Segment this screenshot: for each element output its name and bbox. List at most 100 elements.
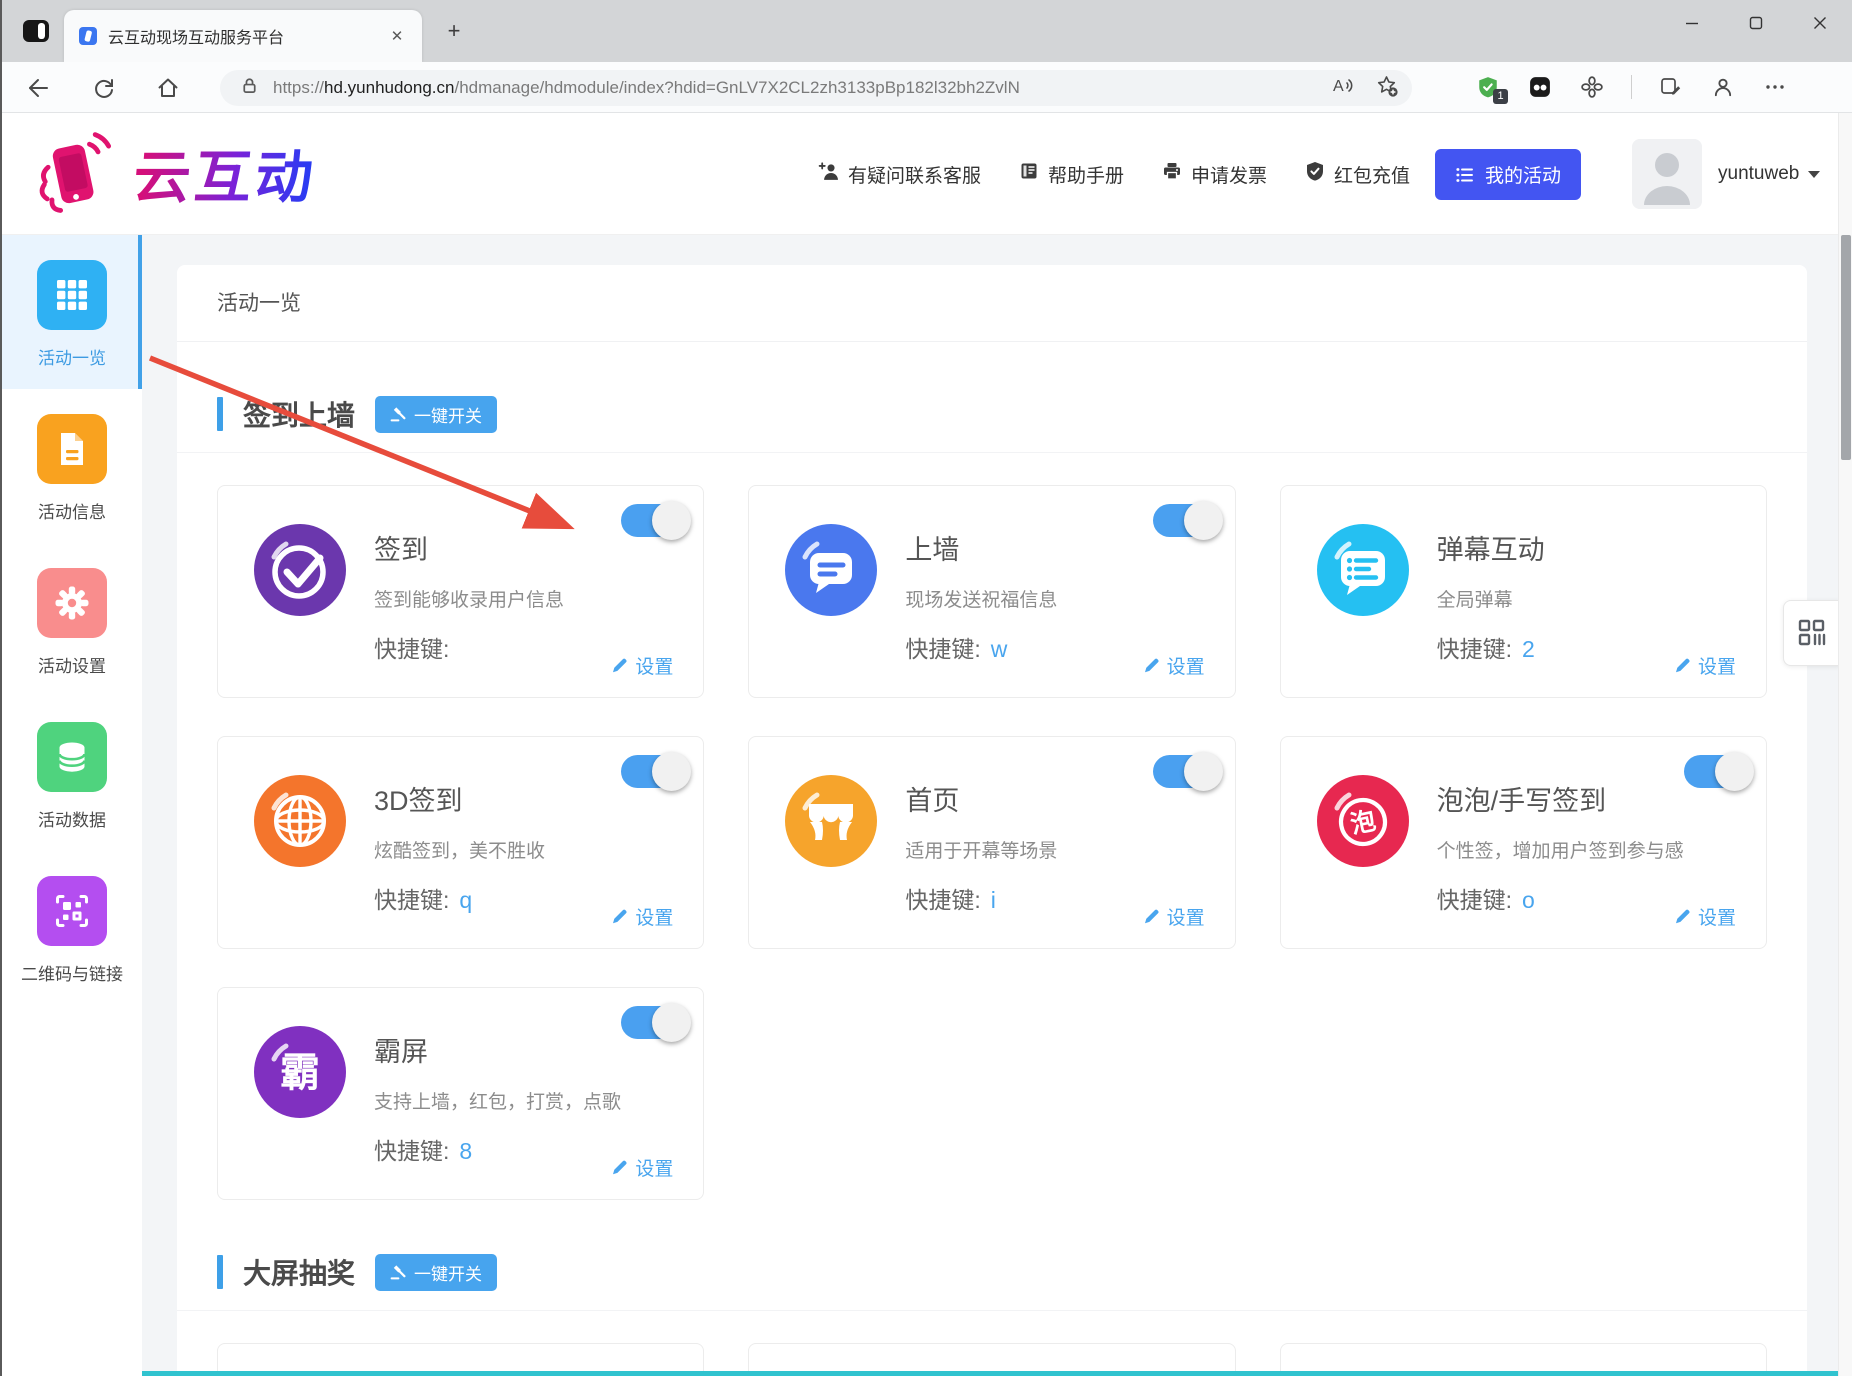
activity-card-弹幕互动: 弹幕互动 全局弹幕 快捷键:2 设置 xyxy=(1280,485,1767,698)
card-description: 适用于开幕等场景 xyxy=(905,836,1057,863)
card-title: 3D签到 xyxy=(374,779,463,818)
sidebar-item-3[interactable]: 活动数据 xyxy=(2,697,142,851)
close-button[interactable] xyxy=(1788,0,1852,46)
svg-text:泡: 泡 xyxy=(1348,806,1378,840)
section-title: 签到上墙 xyxy=(243,394,355,434)
refresh-icon[interactable] xyxy=(90,74,118,102)
one-key-switch-button[interactable]: 一键开关 xyxy=(375,1254,497,1291)
danmu-icon xyxy=(1317,524,1409,616)
more-menu-icon[interactable] xyxy=(1762,74,1788,100)
nav-item-1[interactable]: 帮助手册 xyxy=(1019,161,1124,188)
card-shortcut: 快捷键:w xyxy=(905,630,1007,664)
activity-card-上墙: 上墙 现场发送祝福信息 快捷键:w 设置 xyxy=(748,485,1235,698)
shortcut-key: o xyxy=(1522,887,1535,913)
card-settings-link[interactable]: 设置 xyxy=(611,903,673,930)
card-settings-link[interactable]: 设置 xyxy=(611,652,673,679)
site-logo[interactable]: 云互动 xyxy=(28,125,317,221)
svg-text:霸: 霸 xyxy=(280,1051,320,1095)
card-title: 霸屏 xyxy=(374,1030,428,1069)
card-settings-link[interactable]: 设置 xyxy=(1143,903,1205,930)
nav-item-2[interactable]: 申请发票 xyxy=(1162,161,1267,188)
page-scrollbar[interactable] xyxy=(1838,113,1852,1376)
workspaces-icon[interactable] xyxy=(22,17,50,45)
card-shortcut: 快捷键:o xyxy=(1437,881,1535,915)
check-circle-icon xyxy=(254,524,346,616)
nav-item-3[interactable]: 红包充值 xyxy=(1305,161,1410,188)
content-panel: 活动一览 签到上墙 一键开关 签到 签到能够收录用户信息 快捷键: 设置 上墙 … xyxy=(177,265,1807,1376)
card-toggle-on[interactable] xyxy=(1153,504,1221,537)
tab-close-icon[interactable]: ✕ xyxy=(386,25,408,47)
card-shortcut: 快捷键:8 xyxy=(374,1132,472,1166)
read-aloud-icon[interactable]: A xyxy=(1332,75,1356,102)
shield-extension-icon[interactable]: 1 xyxy=(1475,74,1501,100)
flower-extension-icon[interactable] xyxy=(1579,74,1605,100)
shortcut-key: 2 xyxy=(1522,636,1535,662)
list-icon xyxy=(1455,165,1475,185)
logo-text: 云互动 xyxy=(130,132,320,214)
document-icon xyxy=(37,414,107,484)
url-text: https://hd.yunhudong.cn/hdmanage/hdmodul… xyxy=(273,78,1332,98)
gear-icon xyxy=(37,568,107,638)
card-settings-link[interactable]: 设置 xyxy=(1674,903,1736,930)
globe-icon xyxy=(254,775,346,867)
qrcode-icon xyxy=(37,876,107,946)
one-key-switch-button[interactable]: 一键开关 xyxy=(375,396,497,433)
bottom-accent-line xyxy=(142,1371,1840,1376)
layout-grid-icon xyxy=(1797,618,1827,648)
avatar[interactable] xyxy=(1632,139,1702,209)
sidebar-item-0[interactable]: 活动一览 xyxy=(2,235,142,389)
card-description: 个性签，增加用户签到参与感 xyxy=(1437,836,1684,863)
maximize-button[interactable] xyxy=(1724,0,1788,46)
card-toggle-on[interactable] xyxy=(621,755,689,788)
collections-icon[interactable] xyxy=(1658,74,1684,100)
pencil-icon xyxy=(611,657,628,674)
sidebar-item-4[interactable]: 二维码与链接 xyxy=(2,851,142,1005)
layout-widget-button[interactable] xyxy=(1783,600,1840,666)
nav-item-0[interactable]: 有疑问联系客服 xyxy=(818,161,981,188)
section-divider xyxy=(177,452,1807,453)
pencil-icon xyxy=(1674,908,1691,925)
pencil-icon xyxy=(1674,657,1691,674)
card-settings-link[interactable]: 设置 xyxy=(611,1154,673,1181)
browser-tab[interactable]: 云互动现场互动服务平台 ✕ xyxy=(64,10,422,62)
card-toggle-on[interactable] xyxy=(1153,755,1221,788)
new-tab-button[interactable]: + xyxy=(442,20,466,44)
browser-toolbar: https://hd.yunhudong.cn/hdmanage/hdmodul… xyxy=(2,62,1852,113)
minimize-button[interactable] xyxy=(1660,0,1724,46)
window-controls xyxy=(1660,0,1852,46)
back-icon[interactable] xyxy=(24,74,52,102)
card-settings-link[interactable]: 设置 xyxy=(1674,652,1736,679)
home-icon[interactable] xyxy=(154,74,182,102)
pencil-icon xyxy=(1143,657,1160,674)
card-settings-link[interactable]: 设置 xyxy=(1143,652,1205,679)
chevron-down-icon xyxy=(1808,171,1820,178)
svg-text:A: A xyxy=(1333,78,1344,95)
card-description: 签到能够收录用户信息 xyxy=(374,585,564,612)
sidebar-item-2[interactable]: 活动设置 xyxy=(2,543,142,697)
address-bar[interactable]: https://hd.yunhudong.cn/hdmanage/hdmodul… xyxy=(220,70,1412,106)
page-title: 活动一览 xyxy=(177,265,1807,342)
sidebar-item-1[interactable]: 活动信息 xyxy=(2,389,142,543)
card-title: 签到 xyxy=(374,528,428,567)
card-toggle-on[interactable] xyxy=(1684,755,1752,788)
favorite-star-icon[interactable] xyxy=(1376,75,1398,102)
gavel-icon xyxy=(390,406,406,422)
user-menu[interactable]: yuntuweb xyxy=(1718,113,1820,235)
my-activities-button[interactable]: 我的活动 xyxy=(1435,149,1581,200)
card-shortcut: 快捷键:i xyxy=(905,881,996,915)
card-title: 上墙 xyxy=(905,528,959,567)
manual-icon xyxy=(1019,161,1039,187)
card-toggle-on[interactable] xyxy=(621,504,689,537)
gavel-icon xyxy=(390,1264,406,1280)
card-toggle-on[interactable] xyxy=(621,1006,689,1039)
card-description: 现场发送祝福信息 xyxy=(905,585,1057,612)
site-header: 云互动 有疑问联系客服 帮助手册 申请发票 红包充值 我的活动 yuntuweb xyxy=(2,113,1852,235)
profile-icon[interactable] xyxy=(1710,74,1736,100)
shortcut-key: 8 xyxy=(459,1138,472,1164)
stage-icon xyxy=(785,775,877,867)
dots-extension-icon[interactable] xyxy=(1527,74,1553,100)
activity-card-首页: 首页 适用于开幕等场景 快捷键:i 设置 xyxy=(748,736,1235,949)
card-description: 全局弹幕 xyxy=(1437,585,1513,612)
site-favicon-icon xyxy=(78,26,98,46)
scrollbar-thumb[interactable] xyxy=(1841,235,1851,460)
